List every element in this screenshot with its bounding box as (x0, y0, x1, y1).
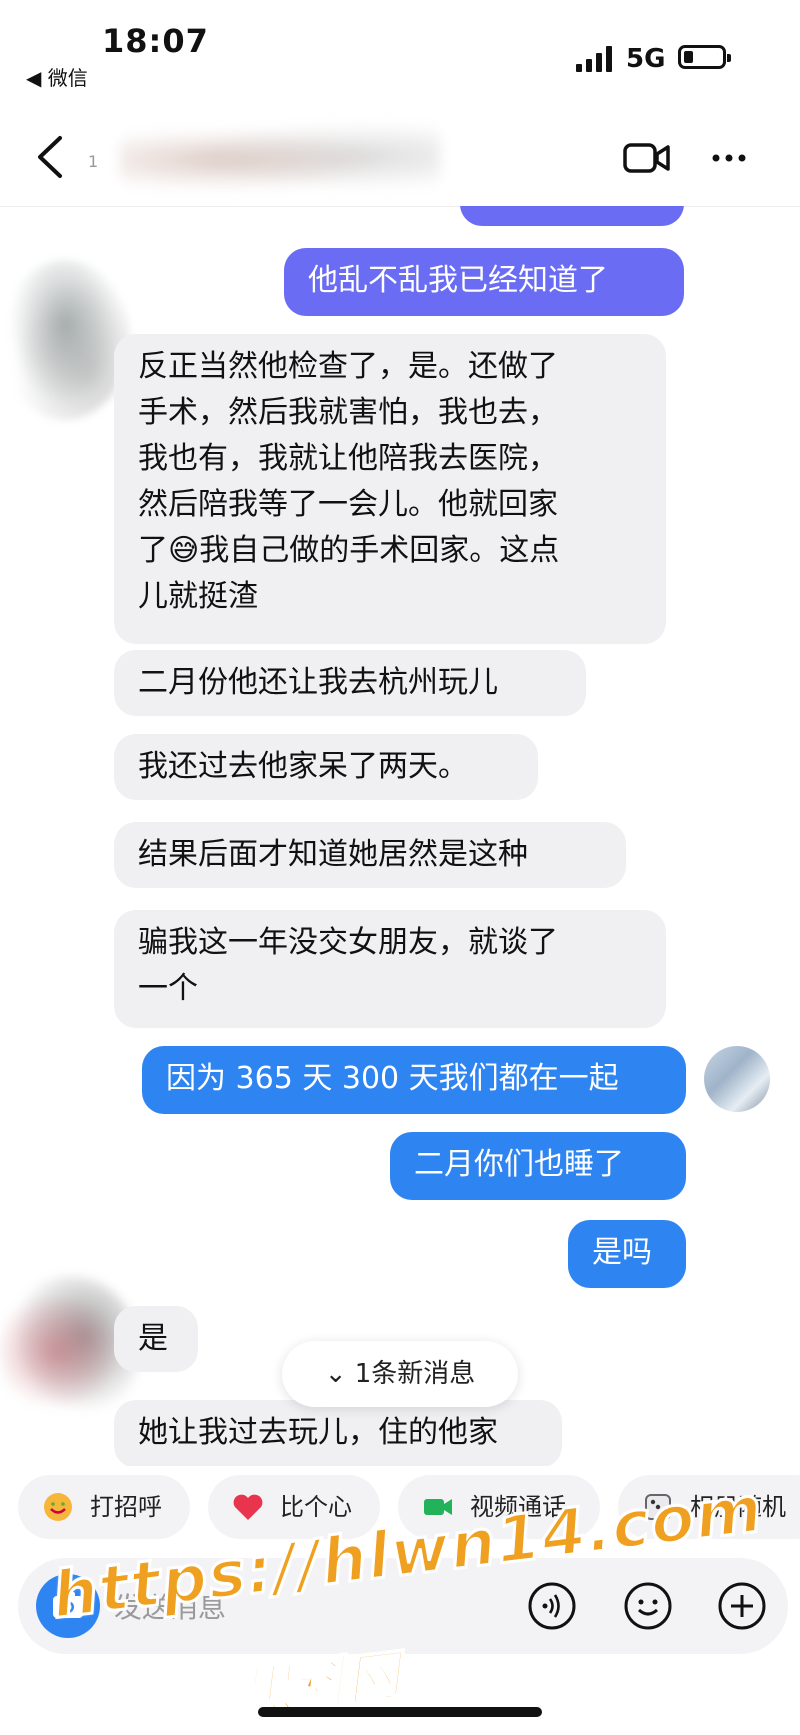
message-line: 骗我这一年没交女朋友，就谈了 (138, 925, 558, 960)
heart-icon (233, 1494, 263, 1520)
more-options-button[interactable] (704, 140, 754, 176)
camera-button[interactable] (36, 1574, 100, 1638)
redacted-avatar (0, 260, 130, 420)
dice-icon (645, 1494, 671, 1520)
video-call-chip[interactable]: 视频通话 (398, 1475, 600, 1539)
chip-label: 比个心 (280, 1493, 352, 1521)
video-camera-icon (623, 143, 670, 173)
message-line: 反正当然他检查了，是。还做了 (138, 349, 558, 384)
emoji-smile-icon (624, 1582, 672, 1630)
message-line: 儿就挺渣 (138, 579, 258, 614)
new-message-pill[interactable]: ⌄ 1条新消息 (282, 1341, 518, 1407)
add-button[interactable] (716, 1580, 768, 1632)
chat-bubble-incoming[interactable]: 我还过去他家呆了两天。 (114, 734, 538, 800)
chat-bubble-incoming[interactable]: 结果后面才知道她居然是这种 (114, 822, 626, 888)
chip-label: 打招呼 (90, 1493, 162, 1521)
battery-icon (678, 45, 731, 69)
camera-icon (53, 1592, 83, 1618)
home-indicator[interactable] (258, 1707, 542, 1717)
message-line: 然后陪我等了一会儿。他就回家 (138, 487, 558, 522)
smile-hand-icon (44, 1493, 72, 1521)
message-line: 一个 (138, 971, 198, 1006)
status-bar: 18:07 ◀ 微信 5G (0, 0, 800, 100)
video-camera-icon (424, 1499, 452, 1515)
quick-actions-bar: 打招呼 比个心 视频通话 相册随机 (0, 1470, 800, 1550)
my-avatar[interactable] (704, 1046, 770, 1112)
signal-icon (576, 46, 616, 72)
chip-label: 视频通话 (470, 1493, 566, 1521)
message-line: 了😅我自己做的手术回家。这点 (138, 533, 560, 568)
back-button[interactable] (30, 132, 70, 182)
voice-button[interactable] (526, 1580, 578, 1632)
network-type: 5G (626, 44, 666, 74)
chat-bubble-outgoing[interactable]: 是吗 (568, 1220, 686, 1288)
chat-bubble-incoming[interactable]: 骗我这一年没交女朋友，就谈了 一个 (114, 910, 666, 1028)
message-input-bar: 发送消息 (18, 1558, 788, 1654)
emoji-button[interactable] (622, 1580, 674, 1632)
redacted-contact-name (120, 120, 440, 200)
chip-label: 相册随机 (690, 1493, 786, 1521)
clock: 18:07 (102, 22, 209, 60)
plus-circle-icon (718, 1582, 766, 1630)
chat-bubble-incoming[interactable]: 是 (114, 1306, 198, 1372)
message-line: 手术，然后我就害怕，我也去， (138, 395, 558, 430)
chevron-left-icon (38, 136, 62, 178)
chat-bubble-outgoing[interactable]: 因为 365 天 300 天我们都在一起 (142, 1046, 686, 1114)
chat-bubble-outgoing[interactable]: 二月你们也睡了 (390, 1132, 686, 1200)
voice-waves-icon (528, 1582, 576, 1630)
message-input[interactable]: 发送消息 (114, 1586, 226, 1626)
chat-bubble-incoming[interactable]: 她让我过去玩儿，住的他家 (114, 1400, 562, 1466)
chat-bubble-outgoing[interactable]: 他乱不乱我已经知道了 (284, 248, 684, 316)
wave-hello-button[interactable]: 打招呼 (18, 1475, 190, 1539)
chat-bubble-partial (460, 206, 684, 226)
send-heart-button[interactable]: 比个心 (208, 1475, 380, 1539)
contact-name[interactable]: 1 (88, 152, 98, 171)
random-album-button[interactable]: 相册随机 (618, 1475, 800, 1539)
back-to-app-link[interactable]: ◀ 微信 (26, 62, 88, 91)
chat-header: 1 (0, 110, 800, 207)
video-call-button[interactable] (622, 140, 672, 176)
message-line: 我也有，我就让他陪我去医院， (138, 441, 558, 476)
chat-bubble-incoming[interactable]: 反正当然他检查了，是。还做了 手术，然后我就害怕，我也去， 我也有，我就让他陪我… (114, 334, 666, 644)
chat-messages[interactable]: 他乱不乱我已经知道了 反正当然他检查了，是。还做了 手术，然后我就害怕，我也去，… (0, 206, 800, 1466)
more-dots-icon (712, 154, 746, 162)
chat-bubble-incoming[interactable]: 二月份他还让我去杭州玩儿 (114, 650, 586, 716)
